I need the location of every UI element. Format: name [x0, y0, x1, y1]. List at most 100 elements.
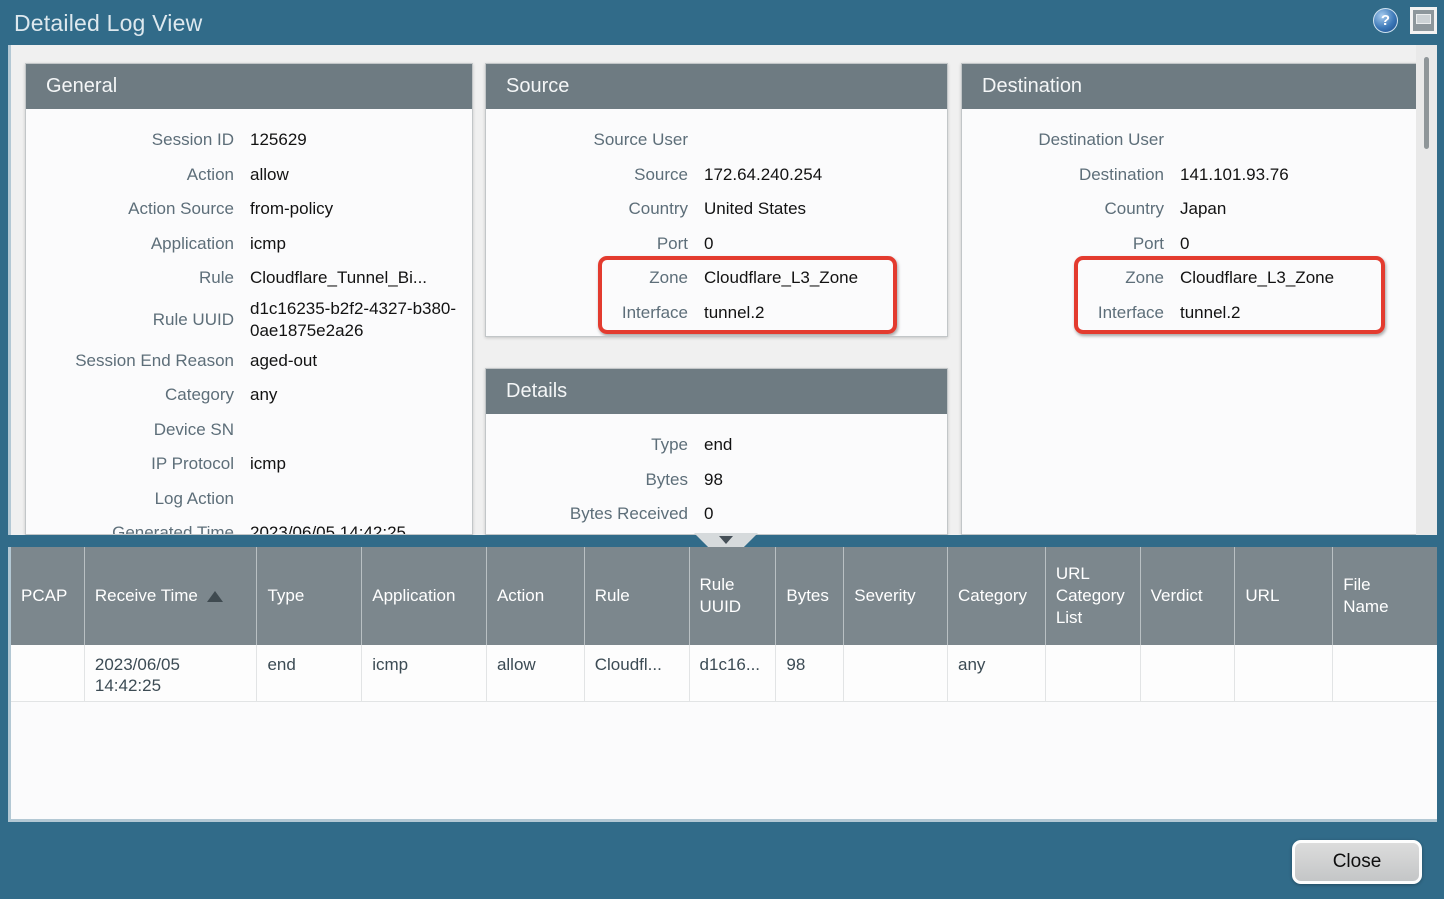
field-destination: Destination141.101.93.76	[962, 158, 1418, 193]
column-header-application[interactable]: Application	[362, 547, 487, 645]
field-destination-user: Destination User	[962, 123, 1418, 158]
field-value: end	[704, 434, 947, 456]
field-label: Source	[486, 164, 688, 186]
column-header-type[interactable]: Type	[257, 547, 362, 645]
field-value: 0	[704, 233, 947, 255]
field-label: Session End Reason	[26, 350, 234, 372]
field-label: Destination	[962, 164, 1164, 186]
field-value: Japan	[1180, 198, 1418, 220]
field-session-end-reason: Session End Reason aged-out	[26, 344, 472, 379]
column-header-file-name[interactable]: File Name	[1333, 547, 1437, 645]
field-ip-protocol: IP Protocolicmp	[26, 447, 472, 482]
column-header-verdict[interactable]: Verdict	[1141, 547, 1236, 645]
field-label: Action	[26, 164, 234, 186]
field-value: 2023/06/05 14:42:25	[250, 522, 472, 535]
column-header-label: Receive Time	[95, 585, 198, 607]
cell-url-category-list	[1046, 645, 1141, 702]
cell-receive-time: 2023/06/05 14:42:25	[85, 645, 258, 702]
panel-general-header: General	[26, 64, 472, 109]
close-button[interactable]: Close	[1292, 840, 1422, 884]
field-label: Log Action	[26, 488, 234, 510]
field-bytes: Bytes98	[486, 463, 947, 498]
column-header-action[interactable]: Action	[487, 547, 585, 645]
vertical-scrollbar-thumb[interactable]	[1424, 57, 1429, 149]
cell-rule: Cloudfl...	[585, 645, 690, 702]
cell-severity	[844, 645, 948, 702]
cell-type: end	[257, 645, 362, 702]
field-source-port: Port 0	[486, 227, 947, 262]
column-header-receive-time[interactable]: Receive Time	[85, 547, 258, 645]
field-label: Device SN	[26, 419, 234, 441]
cell-action: allow	[487, 645, 585, 702]
column-header-bytes[interactable]: Bytes	[776, 547, 844, 645]
field-value: tunnel.2	[1180, 302, 1418, 324]
field-value: aged-out	[250, 350, 472, 372]
column-header-label: Severity	[854, 585, 915, 607]
field-label: Type	[486, 434, 688, 456]
panel-source: Source Source User Source172.64.240.254 …	[485, 63, 948, 337]
field-label: Generated Time	[26, 522, 234, 535]
field-label: Zone	[486, 267, 688, 289]
cell-file-name	[1333, 645, 1437, 702]
cell-verdict	[1141, 645, 1236, 702]
splitter-collapse-handle[interactable]	[694, 533, 758, 547]
help-icon[interactable]: ?	[1373, 8, 1398, 33]
page-title: Detailed Log View	[14, 10, 202, 37]
restore-window-icon[interactable]	[1410, 7, 1437, 34]
field-value: allow	[250, 164, 472, 186]
field-label: Interface	[962, 302, 1164, 324]
field-label: Port	[962, 233, 1164, 255]
column-header-rule-uuid[interactable]: Rule UUID	[690, 547, 777, 645]
column-header-severity[interactable]: Severity	[844, 547, 948, 645]
column-header-label: PCAP	[21, 585, 67, 607]
field-destination-port: Port 0	[962, 227, 1418, 262]
cell-url	[1235, 645, 1333, 702]
field-destination-interface: Interface tunnel.2	[962, 296, 1418, 331]
field-label: Interface	[486, 302, 688, 324]
log-table: PCAP Receive Time Type Application Actio…	[8, 547, 1437, 822]
column-header-rule[interactable]: Rule	[585, 547, 690, 645]
field-log-action: Log Action	[26, 482, 472, 517]
field-value: 125629	[250, 129, 472, 151]
column-header-label: Verdict	[1151, 585, 1203, 607]
column-header-label: Application	[372, 585, 455, 607]
field-label: Rule UUID	[26, 309, 234, 331]
column-header-url[interactable]: URL	[1235, 547, 1333, 645]
field-rule-uuid: Rule UUIDd1c16235-b2f2-4327-b380-0ae1875…	[26, 296, 472, 344]
field-label: Action Source	[26, 198, 234, 220]
column-header-category[interactable]: Category	[948, 547, 1046, 645]
panel-source-header: Source	[486, 64, 947, 109]
column-header-label: Type	[267, 585, 304, 607]
table-row[interactable]: 2023/06/05 14:42:25 end icmp allow Cloud…	[11, 645, 1437, 702]
field-label: Port	[486, 233, 688, 255]
field-label: Session ID	[26, 129, 234, 151]
field-source: Source172.64.240.254	[486, 158, 947, 193]
column-header-url-category-list[interactable]: URL Category List	[1046, 547, 1141, 645]
field-value: icmp	[250, 453, 472, 475]
vertical-scrollbar-track[interactable]	[1416, 45, 1437, 535]
field-category: Categoryany	[26, 378, 472, 413]
field-label: Category	[26, 384, 234, 406]
field-value: 0	[1180, 233, 1418, 255]
column-header-pcap[interactable]: PCAP	[11, 547, 85, 645]
field-value: icmp	[250, 233, 472, 255]
field-label: Destination User	[962, 129, 1164, 151]
field-destination-country: CountryJapan	[962, 192, 1418, 227]
cell-rule-uuid: d1c16...	[690, 645, 777, 702]
cell-bytes: 98	[776, 645, 844, 702]
field-session-id: Session ID 125629	[26, 123, 472, 158]
restore-window-icon-glyph	[1416, 14, 1431, 24]
field-label: Application	[26, 233, 234, 255]
field-label: Source User	[486, 129, 688, 151]
sort-ascending-icon	[207, 591, 223, 602]
field-value: 0	[704, 503, 947, 525]
field-value: United States	[704, 198, 947, 220]
column-header-label: URL Category List	[1056, 563, 1130, 629]
field-label: Country	[486, 198, 688, 220]
field-destination-zone: ZoneCloudflare_L3_Zone	[962, 261, 1418, 296]
cell-pcap	[11, 645, 85, 702]
field-action-source: Action Sourcefrom-policy	[26, 192, 472, 227]
field-value: tunnel.2	[704, 302, 947, 324]
field-label: Rule	[26, 267, 234, 289]
column-header-label: Action	[497, 585, 544, 607]
